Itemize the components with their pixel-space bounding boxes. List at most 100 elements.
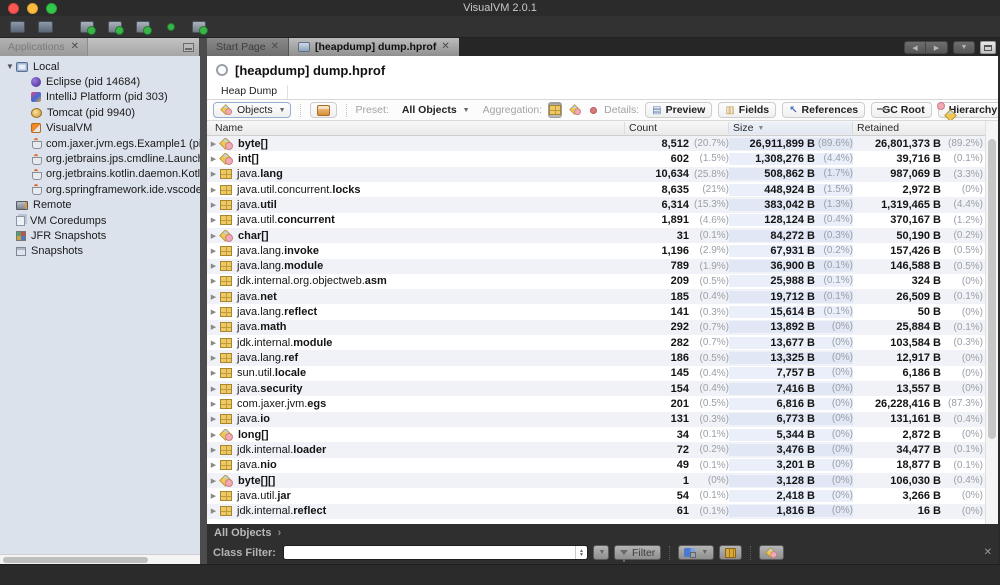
table-row[interactable]: ▶ java.lang. reflect 141 (0.3%) 15,614 B … xyxy=(207,304,985,319)
next-tab-icon[interactable]: ▶ xyxy=(926,41,948,54)
table-row[interactable]: ▶ sun.util. locale 145 (0.4%) 7,757 B (0%… xyxy=(207,366,985,381)
table-row[interactable]: ▶ java.lang. ref 186 (0.5%) 13,325 B (0%) xyxy=(207,350,985,366)
expander-icon[interactable]: ▶ xyxy=(207,293,220,301)
expander-icon[interactable]: ▶ xyxy=(207,477,220,485)
toolbar-button[interactable] xyxy=(78,19,96,35)
expander-icon[interactable]: ▶ xyxy=(207,369,220,377)
scrollbar-thumb[interactable] xyxy=(988,139,996,439)
toolbar-button[interactable] xyxy=(106,19,124,35)
expander-icon[interactable]: ▶ xyxy=(207,170,220,178)
expander-icon[interactable]: ▶ xyxy=(207,400,220,408)
expander-icon[interactable]: ▶ xyxy=(207,339,220,347)
table-row[interactable]: ▶ java.util.concurrent. locks 8,635 (21%)… xyxy=(207,182,985,197)
window-layout-button[interactable] xyxy=(309,102,337,118)
tree-item[interactable]: Snapshots xyxy=(0,244,200,259)
tab-list-dropdown-icon[interactable]: ▼ xyxy=(953,41,975,54)
close-icon[interactable]: ✕ xyxy=(441,42,449,52)
expander-icon[interactable]: ▶ xyxy=(207,216,220,224)
expander-icon[interactable]: ▶ xyxy=(207,431,220,439)
table-row[interactable]: ▶ jdk.internal. module 282 (0.7%) 13,677 … xyxy=(207,335,985,350)
classes-view-button[interactable] xyxy=(759,545,785,560)
table-row[interactable]: ▶ char[] 31 (0.1%) 84,272 B (0.3%) 50,19… xyxy=(207,227,985,244)
expander-icon[interactable]: ▼ xyxy=(4,62,16,71)
tree-item[interactable]: com.jaxer.jvm.egs.Example1 (pid 1 xyxy=(0,136,200,151)
minimize-panel-icon[interactable] xyxy=(183,42,194,52)
filter-button[interactable]: Filter xyxy=(613,545,662,562)
expander-icon[interactable]: ▶ xyxy=(207,277,220,285)
details-button[interactable]: ▤ Preview xyxy=(645,102,713,118)
expander-icon[interactable]: ▶ xyxy=(207,232,220,240)
tree-item[interactable]: VisualVM xyxy=(0,121,200,136)
table-row[interactable]: ▶ java.util.jar 54 (0.1%) 2,418 B (0%) xyxy=(207,488,985,503)
table-row[interactable]: ▶ java. lang 10,634 (25.8%) 508,862 B (1.… xyxy=(207,166,985,182)
filter-options-dropdown[interactable]: ▼ xyxy=(592,545,609,560)
expander-icon[interactable]: ▶ xyxy=(207,155,220,163)
aggregation-instances-button[interactable] xyxy=(589,102,598,118)
class-filter-input[interactable] xyxy=(283,546,575,559)
expander-icon[interactable]: ▶ xyxy=(207,385,220,393)
expander-icon[interactable]: ▶ xyxy=(207,354,220,362)
histogram-button[interactable] xyxy=(719,545,743,560)
tab-start-page[interactable]: Start Page ✕ xyxy=(207,38,290,56)
close-icon[interactable]: ✕ xyxy=(71,42,79,52)
details-button[interactable]: Hierarchy xyxy=(937,102,998,118)
expander-icon[interactable]: ▶ xyxy=(207,492,220,500)
column-header-retained[interactable]: Retained xyxy=(853,122,985,134)
column-header-size[interactable]: Size ▼ xyxy=(729,122,853,134)
table-row[interactable]: ▶ byte[][] 1 (0%) 3,128 B (0%) 106,030 B… xyxy=(207,472,985,489)
prev-tab-icon[interactable]: ◀ xyxy=(904,41,926,54)
table-row[interactable]: ▶ jdk.internal.org.objectweb. asm 209 (0.… xyxy=(207,274,985,289)
expander-icon[interactable]: ▶ xyxy=(207,140,220,148)
breadcrumb[interactable]: All Objects xyxy=(214,527,271,539)
layout-dropdown-button[interactable]: ▼ xyxy=(678,545,715,560)
table-row[interactable]: ▶ java. nio 49 (0.1%) 3,201 B (0%) 18,87… xyxy=(207,458,985,473)
table-row[interactable]: ▶ com.jaxer.jvm. egs 201 (0.5%) 6,816 B (… xyxy=(207,396,985,411)
details-button[interactable]: ↖ References xyxy=(782,102,866,118)
tree-item[interactable]: JFR Snapshots xyxy=(0,228,200,243)
tree-item[interactable]: org.jetbrains.jps.cmdline.Launcher ( xyxy=(0,151,200,166)
table-row[interactable]: ▶ java. util 6,314 (15.3%) 383,042 B (1.3… xyxy=(207,197,985,213)
close-icon[interactable]: ✕ xyxy=(271,42,279,52)
details-button[interactable]: GC Root xyxy=(871,102,932,118)
tree-item[interactable]: Tomcat (pid 9940) xyxy=(0,105,200,120)
expander-icon[interactable]: ▶ xyxy=(207,446,220,454)
table-row[interactable]: ▶ java. io 131 (0.3%) 6,773 B (0%) 131,1… xyxy=(207,411,985,427)
column-header-name[interactable]: Name xyxy=(207,122,625,134)
expander-icon[interactable]: ▶ xyxy=(207,461,220,469)
table-row[interactable]: ▶ int[] 602 (1.5%) 1,308,276 B (4.4%) 39… xyxy=(207,151,985,166)
tree-item[interactable]: IntelliJ Platform (pid 303) xyxy=(0,90,200,105)
tree-item[interactable]: Eclipse (pid 14684) xyxy=(0,74,200,89)
expander-icon[interactable]: ▶ xyxy=(207,308,220,316)
table-row[interactable]: ▶ long[] 34 (0.1%) 5,344 B (0%) 2,872 B … xyxy=(207,427,985,442)
preset-dropdown[interactable]: All Objects ▼ xyxy=(395,102,477,118)
maximize-panel-icon[interactable] xyxy=(980,41,996,54)
table-row[interactable]: ▶ java.lang. module 789 (1.9%) 36,900 B (… xyxy=(207,258,985,274)
combo-stepper-icon[interactable]: ▲ ▼ xyxy=(574,546,587,559)
table-row[interactable]: ▶ java.lang. invoke 1,196 (2.9%) 67,931 B… xyxy=(207,243,985,258)
table-row[interactable]: ▶ jdk.internal. loader 72 (0.2%) 3,476 B … xyxy=(207,442,985,458)
table-row[interactable]: ▶ java. net 185 (0.4%) 19,712 B (0.1%) 2… xyxy=(207,289,985,305)
table-row[interactable]: ▶ java.security 154 (0.4%) 7,416 B (0%) xyxy=(207,381,985,397)
tree-item[interactable]: ▼ Local xyxy=(0,59,200,74)
toolbar-button[interactable] xyxy=(134,19,152,35)
close-icon[interactable]: ✕ xyxy=(984,547,992,558)
details-button[interactable]: ▥ Fields xyxy=(718,102,777,118)
expander-icon[interactable]: ▶ xyxy=(207,201,220,209)
aggregation-packages-button[interactable] xyxy=(548,102,563,118)
tree-item[interactable]: Remote xyxy=(0,198,200,213)
table-row[interactable]: ▶ java.util. concurrent 1,891 (4.6%) 128,… xyxy=(207,213,985,228)
tab-heap-dump[interactable]: Heap Dump xyxy=(207,85,289,99)
objects-dropdown[interactable]: Objects ▼ xyxy=(213,102,291,118)
tree-item[interactable]: org.jetbrains.kotlin.daemon.KotlinCo xyxy=(0,167,200,182)
toolbar-button[interactable] xyxy=(8,19,26,35)
expander-icon[interactable]: ▶ xyxy=(207,262,220,270)
sidebar-horizontal-scrollbar[interactable] xyxy=(0,554,200,564)
scrollbar-thumb[interactable] xyxy=(3,557,148,563)
toolbar-button[interactable] xyxy=(36,19,54,35)
toolbar-button[interactable] xyxy=(162,19,180,35)
expander-icon[interactable]: ▶ xyxy=(207,323,220,331)
table-row[interactable]: ▶ byte[] 8,512 (20.7%) 26,911,899 B (89.… xyxy=(207,136,985,152)
tree-item[interactable]: VM Coredumps xyxy=(0,213,200,228)
toolbar-button[interactable] xyxy=(190,19,208,35)
splitter[interactable] xyxy=(200,56,207,564)
